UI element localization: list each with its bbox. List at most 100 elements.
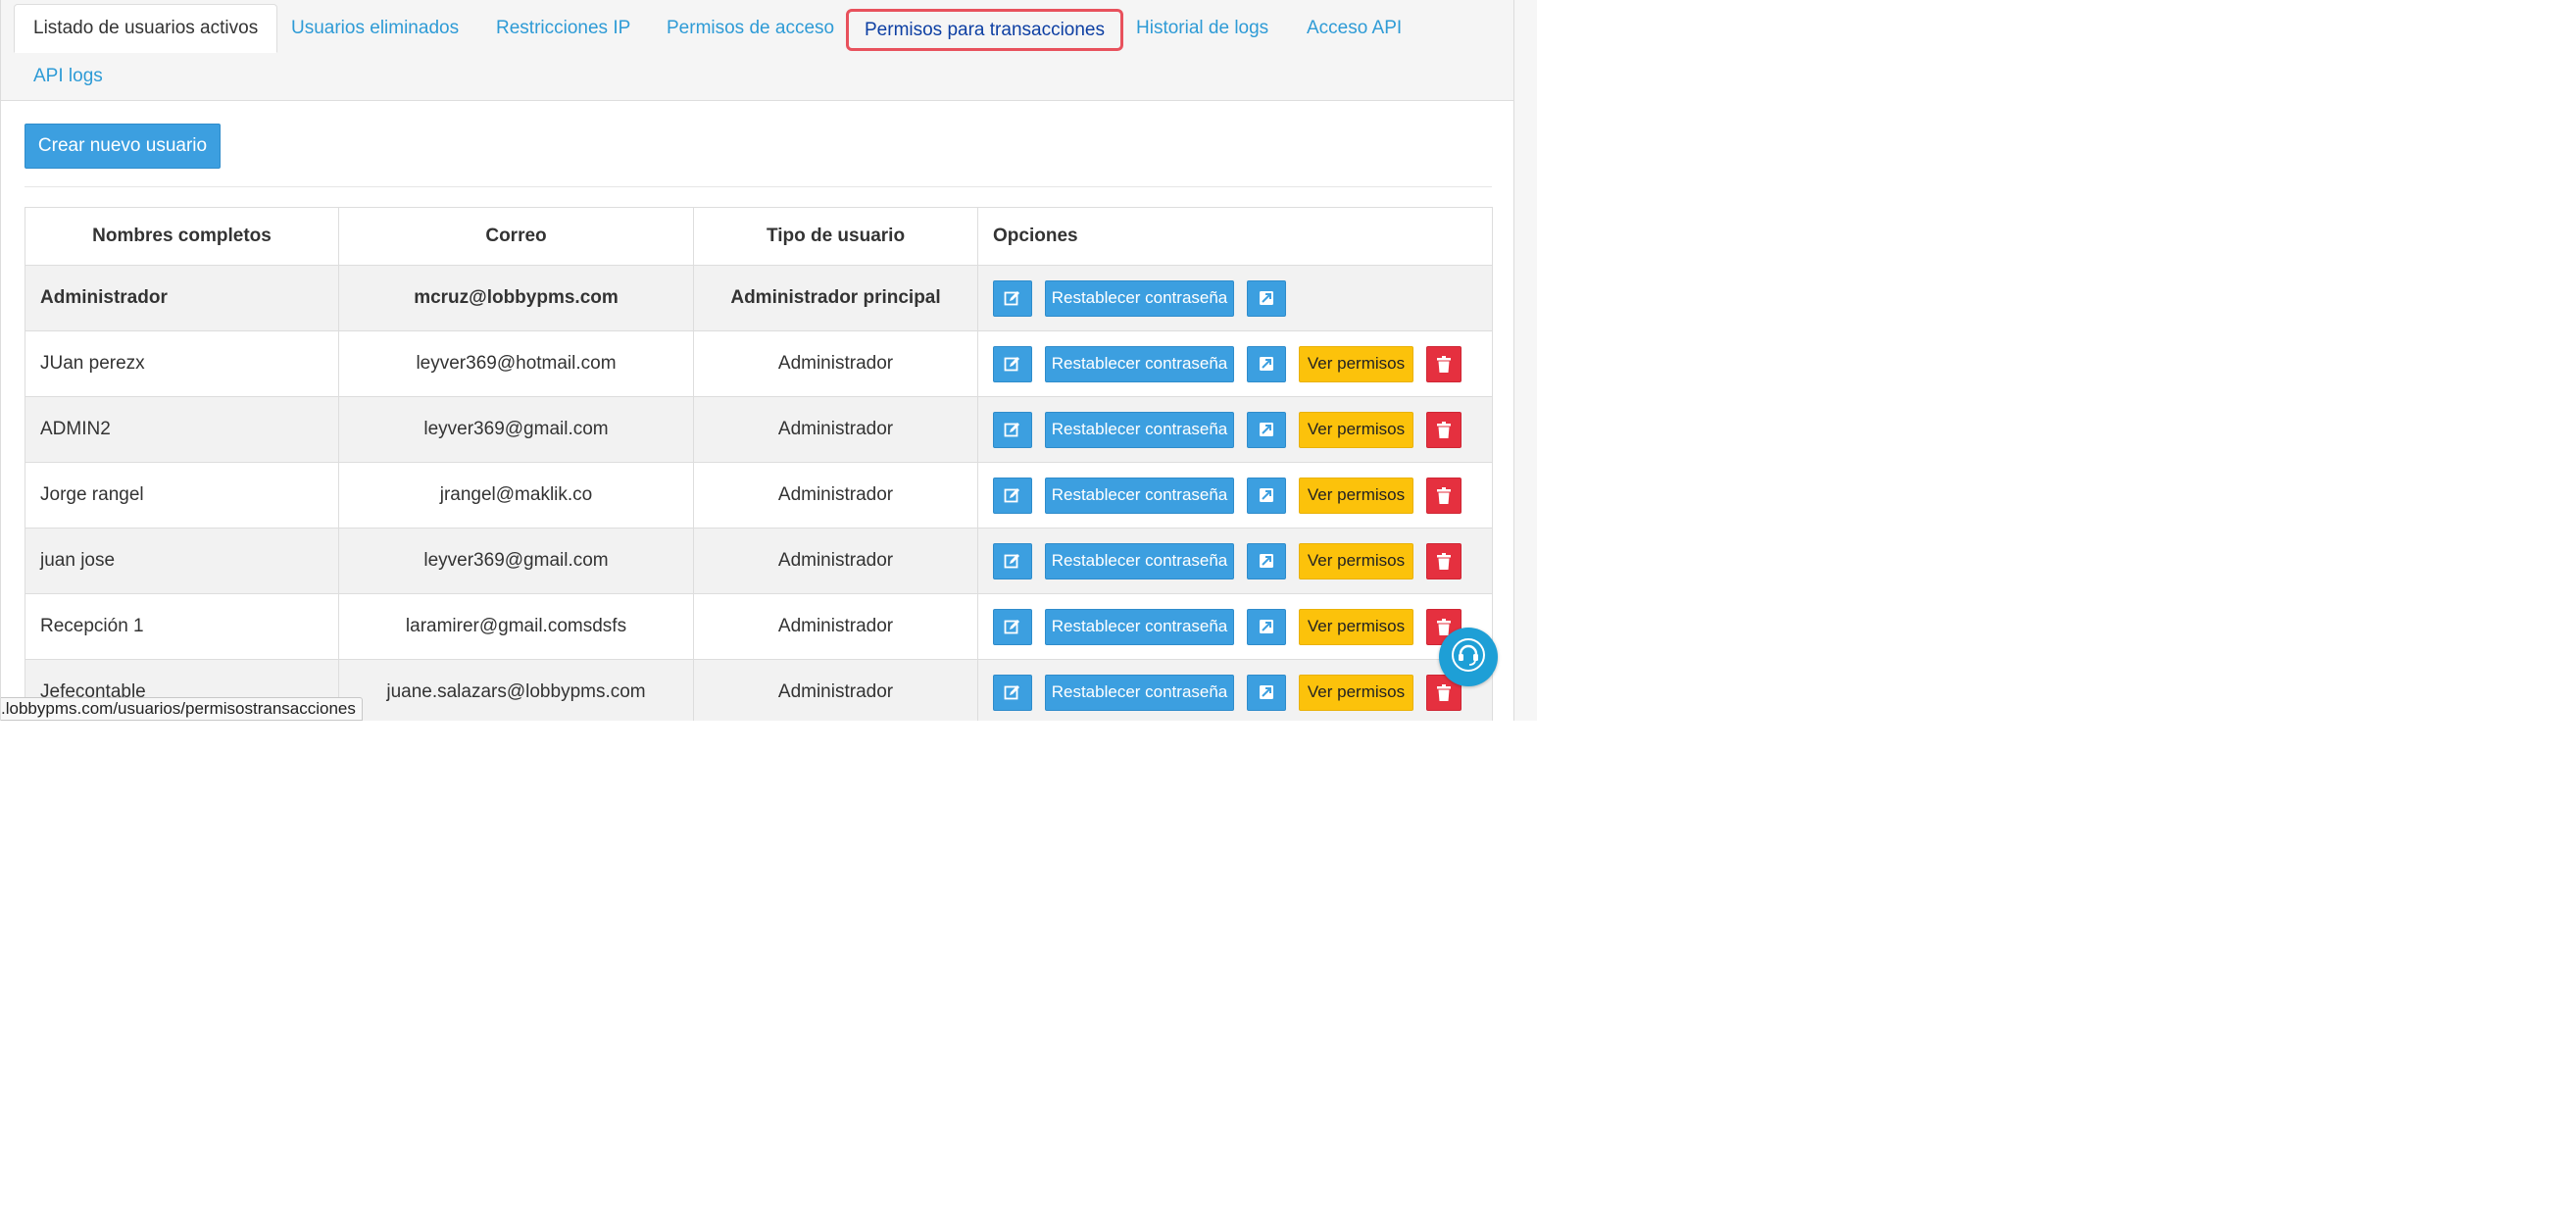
tab-api-access[interactable]: Acceso API	[1307, 4, 1402, 52]
edit-icon	[1004, 289, 1021, 307]
table-row: juan jose leyver369@gmail.com Administra…	[25, 528, 1493, 594]
cell-email: jrangel@maklik.co	[338, 462, 694, 528]
image-button[interactable]	[1247, 674, 1286, 711]
cell-user-type: Administrador	[693, 330, 978, 397]
cell-user-type: Administrador	[693, 396, 978, 463]
image-icon	[1259, 684, 1274, 700]
cell-options: Restablecer contraseña Ver permisos	[977, 659, 1493, 721]
cell-full-name: Jorge rangel	[25, 462, 339, 528]
edit-icon	[1004, 683, 1021, 701]
cell-options: Restablecer contraseña Ver permisos	[977, 462, 1493, 528]
trash-icon	[1437, 355, 1451, 373]
cell-email: mcruz@lobbypms.com	[338, 265, 694, 331]
image-button[interactable]	[1247, 477, 1286, 514]
header-options: Opciones	[977, 207, 1493, 266]
edit-icon	[1004, 486, 1021, 504]
cell-email: laramirer@gmail.comsdsfs	[338, 593, 694, 660]
header-email: Correo	[338, 207, 694, 266]
edit-button[interactable]	[993, 674, 1032, 711]
cell-options: Restablecer contraseña Ver permisos	[977, 528, 1493, 594]
table-row: Administrador mcruz@lobbypms.com Adminis…	[25, 265, 1493, 331]
cell-email: leyver369@gmail.com	[338, 528, 694, 594]
cell-user-type: Administrador principal	[693, 265, 978, 331]
image-button[interactable]	[1247, 608, 1286, 645]
cell-user-type: Administrador	[693, 659, 978, 721]
reset-password-button[interactable]: Restablecer contraseña	[1045, 674, 1234, 711]
image-icon	[1259, 422, 1274, 437]
reset-password-button[interactable]: Restablecer contraseña	[1045, 279, 1234, 317]
cell-user-type: Administrador	[693, 593, 978, 660]
view-permissions-button[interactable]: Ver permisos	[1299, 345, 1413, 382]
reset-password-button[interactable]: Restablecer contraseña	[1045, 608, 1234, 645]
trash-icon	[1437, 421, 1451, 438]
table-header-row: Nombres completos Correo Tipo de usuario…	[25, 207, 1493, 266]
tab-active-users[interactable]: Listado de usuarios activos	[14, 4, 278, 53]
tab-bar: Listado de usuarios activos Usuarios eli…	[1, 0, 1513, 101]
trash-icon	[1437, 618, 1451, 635]
image-button[interactable]	[1247, 345, 1286, 382]
cell-options: Restablecer contraseña Ver permisos	[977, 593, 1493, 660]
edit-button[interactable]	[993, 279, 1032, 317]
cell-full-name: JUan perezx	[25, 330, 339, 397]
image-icon	[1259, 487, 1274, 503]
cell-full-name: juan jose	[25, 528, 339, 594]
cell-options: Restablecer contraseña Ver permisos	[977, 330, 1493, 397]
tab-api-logs[interactable]: API logs	[33, 52, 103, 100]
cell-email: juane.salazars@lobbypms.com	[338, 659, 694, 721]
divider	[25, 186, 1492, 187]
cell-full-name: Recepción 1	[25, 593, 339, 660]
cell-full-name: ADMIN2	[25, 396, 339, 463]
delete-button[interactable]	[1426, 542, 1461, 579]
image-button[interactable]	[1247, 411, 1286, 448]
image-button[interactable]	[1247, 542, 1286, 579]
table-row: ADMIN2 leyver369@gmail.com Administrador…	[25, 396, 1493, 463]
trash-icon	[1437, 552, 1451, 570]
image-icon	[1259, 356, 1274, 372]
reset-password-button[interactable]: Restablecer contraseña	[1045, 411, 1234, 448]
reset-password-button[interactable]: Restablecer contraseña	[1045, 542, 1234, 579]
edit-button[interactable]	[993, 608, 1032, 645]
edit-button[interactable]	[993, 345, 1032, 382]
cell-options: Restablecer contraseña Ver permisos	[977, 396, 1493, 463]
table-row: JUan perezx leyver369@hotmail.com Admini…	[25, 330, 1493, 397]
cell-email: leyver369@gmail.com	[338, 396, 694, 463]
image-button[interactable]	[1247, 279, 1286, 317]
edit-icon	[1004, 421, 1021, 438]
edit-button[interactable]	[993, 411, 1032, 448]
delete-button[interactable]	[1426, 411, 1461, 448]
cell-email: leyver369@hotmail.com	[338, 330, 694, 397]
view-permissions-button[interactable]: Ver permisos	[1299, 608, 1413, 645]
trash-icon	[1437, 683, 1451, 701]
edit-icon	[1004, 355, 1021, 373]
header-user-type: Tipo de usuario	[693, 207, 978, 266]
delete-button[interactable]	[1426, 345, 1461, 382]
edit-button[interactable]	[993, 542, 1032, 579]
image-icon	[1259, 553, 1274, 569]
status-bar-url: .lobbypms.com/usuarios/permisostransacci…	[1, 697, 363, 721]
delete-button[interactable]	[1426, 477, 1461, 514]
users-panel: Listado de usuarios activos Usuarios eli…	[0, 0, 1514, 721]
tab-deleted-users[interactable]: Usuarios eliminados	[291, 4, 459, 52]
image-icon	[1259, 290, 1274, 306]
view-permissions-button[interactable]: Ver permisos	[1299, 542, 1413, 579]
trash-icon	[1437, 486, 1451, 504]
reset-password-button[interactable]: Restablecer contraseña	[1045, 477, 1234, 514]
cell-full-name: Administrador	[25, 265, 339, 331]
view-permissions-button[interactable]: Ver permisos	[1299, 674, 1413, 711]
edit-button[interactable]	[993, 477, 1032, 514]
header-full-name: Nombres completos	[25, 207, 339, 266]
reset-password-button[interactable]: Restablecer contraseña	[1045, 345, 1234, 382]
tab-ip-restrictions[interactable]: Restricciones IP	[496, 4, 630, 52]
view-permissions-button[interactable]: Ver permisos	[1299, 411, 1413, 448]
tab-transaction-permissions[interactable]: Permisos para transacciones	[846, 9, 1123, 51]
create-user-button[interactable]: Crear nuevo usuario	[25, 124, 221, 169]
tab-access-permissions[interactable]: Permisos de acceso	[667, 4, 834, 52]
support-chat-button[interactable]	[1439, 628, 1498, 686]
tab-log-history[interactable]: Historial de logs	[1136, 4, 1268, 52]
scrollbar-track[interactable]	[1514, 0, 1537, 721]
image-icon	[1259, 619, 1274, 634]
view-permissions-button[interactable]: Ver permisos	[1299, 477, 1413, 514]
users-table: Nombres completos Correo Tipo de usuario…	[25, 207, 1493, 721]
cell-options: Restablecer contraseña	[977, 265, 1493, 331]
table-row: Jorge rangel jrangel@maklik.co Administr…	[25, 462, 1493, 528]
